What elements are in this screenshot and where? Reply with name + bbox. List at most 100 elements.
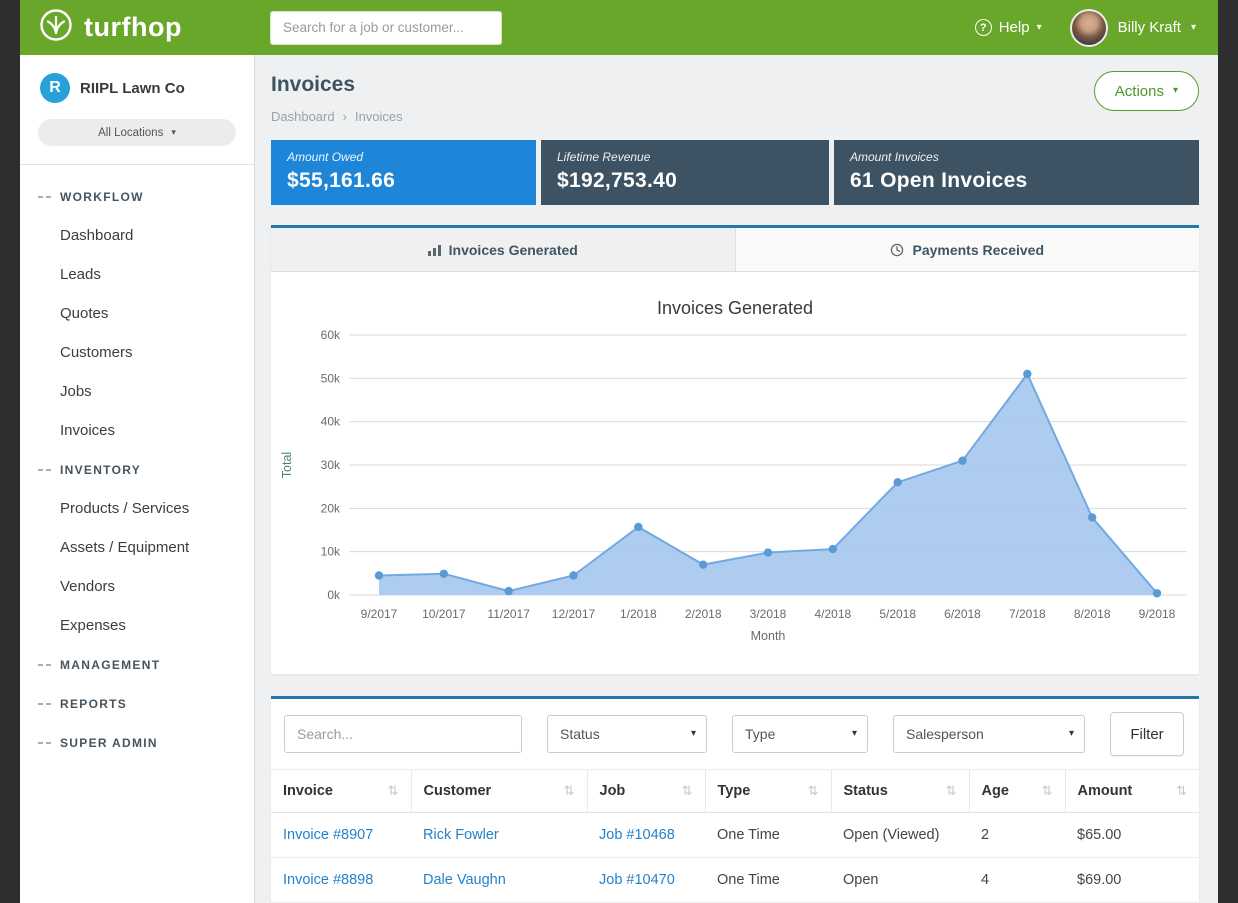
salesperson-select-value: Salesperson xyxy=(906,726,984,742)
breadcrumb-invoices: Invoices xyxy=(355,109,403,124)
column-label: Job xyxy=(600,783,626,799)
table-row: Invoice #8907Rick FowlerJob #10468One Ti… xyxy=(271,813,1199,858)
column-label: Status xyxy=(844,783,888,799)
locations-dropdown[interactable]: All Locations ▾ xyxy=(38,119,236,146)
locations-label: All Locations xyxy=(98,127,163,139)
stat-amount-owed: Amount Owed $55,161.66 xyxy=(271,140,536,205)
main-content: Invoices Dashboard › Invoices Actions ▾ … xyxy=(255,55,1218,903)
chart-card: Invoices Generated Payments Received Inv… xyxy=(271,225,1199,674)
type-select-value: Type xyxy=(745,726,775,742)
avatar xyxy=(1070,9,1108,47)
user-name: Billy Kraft xyxy=(1118,19,1181,36)
stat-value: 61 Open Invoices xyxy=(850,169,1183,193)
user-menu[interactable]: Billy Kraft ▾ xyxy=(1070,9,1196,47)
svg-text:2/2018: 2/2018 xyxy=(685,607,722,621)
sort-icon: ⇅ xyxy=(564,783,575,799)
table-row: Invoice #8898Dale VaughnJob #10470One Ti… xyxy=(271,858,1199,903)
sidebar-item-dashboard[interactable]: Dashboard xyxy=(20,216,254,255)
app-window: turfhop ? Help ▾ Billy Kraft ▾ R RIIPL L… xyxy=(20,0,1218,903)
column-header-invoice[interactable]: ⇅Invoice xyxy=(271,770,411,813)
column-header-age[interactable]: ⇅Age xyxy=(969,770,1065,813)
tab-label: Payments Received xyxy=(912,242,1044,258)
status-select[interactable]: Status ▾ xyxy=(547,715,707,753)
svg-text:11/2017: 11/2017 xyxy=(487,607,530,621)
nav-section-super-admin[interactable]: SUPER ADMIN xyxy=(20,723,254,762)
sidebar-item-quotes[interactable]: Quotes xyxy=(20,294,254,333)
sidebar-item-invoices[interactable]: Invoices xyxy=(20,411,254,450)
actions-label: Actions xyxy=(1115,83,1164,100)
breadcrumb-dashboard[interactable]: Dashboard xyxy=(271,109,335,124)
sort-icon: ⇅ xyxy=(808,783,819,799)
nav-section-management[interactable]: MANAGEMENT xyxy=(20,645,254,684)
job-link[interactable]: Job #10468 xyxy=(599,827,675,843)
svg-text:1/2018: 1/2018 xyxy=(620,607,657,621)
table-search-input[interactable] xyxy=(284,715,522,753)
topbar-right: ? Help ▾ Billy Kraft ▾ xyxy=(975,9,1196,47)
svg-text:9/2018: 9/2018 xyxy=(1139,607,1176,621)
cell-amount: $69.00 xyxy=(1065,858,1199,903)
nav-section-workflow[interactable]: WORKFLOW xyxy=(20,177,254,216)
invoices-chart: 0k10k20k30k40k50k60k9/201710/201711/2017… xyxy=(275,323,1195,660)
tab-invoices-generated[interactable]: Invoices Generated xyxy=(271,228,735,271)
turfhop-logo-icon xyxy=(38,7,74,48)
sidebar-nav: WORKFLOWDashboardLeadsQuotesCustomersJob… xyxy=(20,165,254,762)
actions-button[interactable]: Actions ▾ xyxy=(1094,71,1199,111)
svg-text:50k: 50k xyxy=(321,371,341,385)
column-header-customer[interactable]: ⇅ Customer xyxy=(411,770,587,813)
stat-value: $55,161.66 xyxy=(287,169,520,193)
chart-tabs: Invoices Generated Payments Received xyxy=(271,228,1199,272)
svg-text:9/2017: 9/2017 xyxy=(361,607,398,621)
svg-text:Total: Total xyxy=(280,452,294,478)
nav-section-inventory[interactable]: INVENTORY xyxy=(20,450,254,489)
salesperson-select[interactable]: Salesperson ▾ xyxy=(893,715,1085,753)
sidebar-item-vendors[interactable]: Vendors xyxy=(20,567,254,606)
tree-branch-icon xyxy=(38,703,51,705)
column-header-type[interactable]: ⇅Type xyxy=(705,770,831,813)
chevron-down-icon: ▾ xyxy=(1037,23,1042,33)
sort-icon: ⇅ xyxy=(682,783,693,799)
stat-lifetime-revenue: Lifetime Revenue $192,753.40 xyxy=(541,140,829,205)
help-label: Help xyxy=(999,19,1030,36)
column-header-status[interactable]: ⇅Status xyxy=(831,770,969,813)
brand-logo[interactable]: turfhop xyxy=(38,7,252,48)
svg-text:5/2018: 5/2018 xyxy=(879,607,916,621)
help-icon: ? xyxy=(975,19,992,36)
svg-text:10/2017: 10/2017 xyxy=(422,607,466,621)
invoice-link[interactable]: Invoice #8907 xyxy=(283,827,373,843)
column-header-amount[interactable]: ⇅Amount xyxy=(1065,770,1199,813)
customer-link[interactable]: Rick Fowler xyxy=(423,827,499,843)
global-search-input[interactable] xyxy=(270,11,502,45)
sidebar-item-products-services[interactable]: Products / Services xyxy=(20,489,254,528)
column-header-job[interactable]: ⇅ Job xyxy=(587,770,705,813)
tab-payments-received[interactable]: Payments Received xyxy=(735,228,1200,271)
page-title: Invoices xyxy=(271,73,403,97)
sidebar-item-assets-equipment[interactable]: Assets / Equipment xyxy=(20,528,254,567)
svg-text:20k: 20k xyxy=(321,501,341,515)
sidebar-item-leads[interactable]: Leads xyxy=(20,255,254,294)
table-header-row: ⇅Invoice⇅Customer⇅Job⇅Type⇅Status⇅Age⇅Am… xyxy=(271,770,1199,813)
svg-text:0k: 0k xyxy=(327,588,341,602)
job-link[interactable]: Job #10470 xyxy=(599,872,675,888)
chevron-down-icon: ▾ xyxy=(1069,729,1074,739)
tree-branch-icon xyxy=(38,469,51,471)
invoices-table: ⇅Invoice⇅Customer⇅Job⇅Type⇅Status⇅Age⇅Am… xyxy=(271,769,1199,903)
svg-text:4/2018: 4/2018 xyxy=(814,607,851,621)
filter-button[interactable]: Filter xyxy=(1110,712,1184,756)
sidebar-item-expenses[interactable]: Expenses xyxy=(20,606,254,645)
column-label: Customer xyxy=(424,783,492,799)
column-label: Invoice xyxy=(283,783,333,799)
cell-status: Open (Viewed) xyxy=(831,813,969,858)
sidebar-item-jobs[interactable]: Jobs xyxy=(20,372,254,411)
customer-link[interactable]: Dale Vaughn xyxy=(423,872,506,888)
type-select[interactable]: Type ▾ xyxy=(732,715,868,753)
nav-section-label: REPORTS xyxy=(60,697,127,711)
help-menu[interactable]: ? Help ▾ xyxy=(975,19,1042,36)
nav-section-reports[interactable]: REPORTS xyxy=(20,684,254,723)
cell-status: Open xyxy=(831,858,969,903)
brand-name: turfhop xyxy=(84,12,182,43)
sidebar-item-customers[interactable]: Customers xyxy=(20,333,254,372)
invoice-link[interactable]: Invoice #8898 xyxy=(283,872,373,888)
status-select-value: Status xyxy=(560,726,600,742)
nav-section-label: INVENTORY xyxy=(60,463,141,477)
page-header: Invoices Dashboard › Invoices Actions ▾ xyxy=(271,71,1199,124)
